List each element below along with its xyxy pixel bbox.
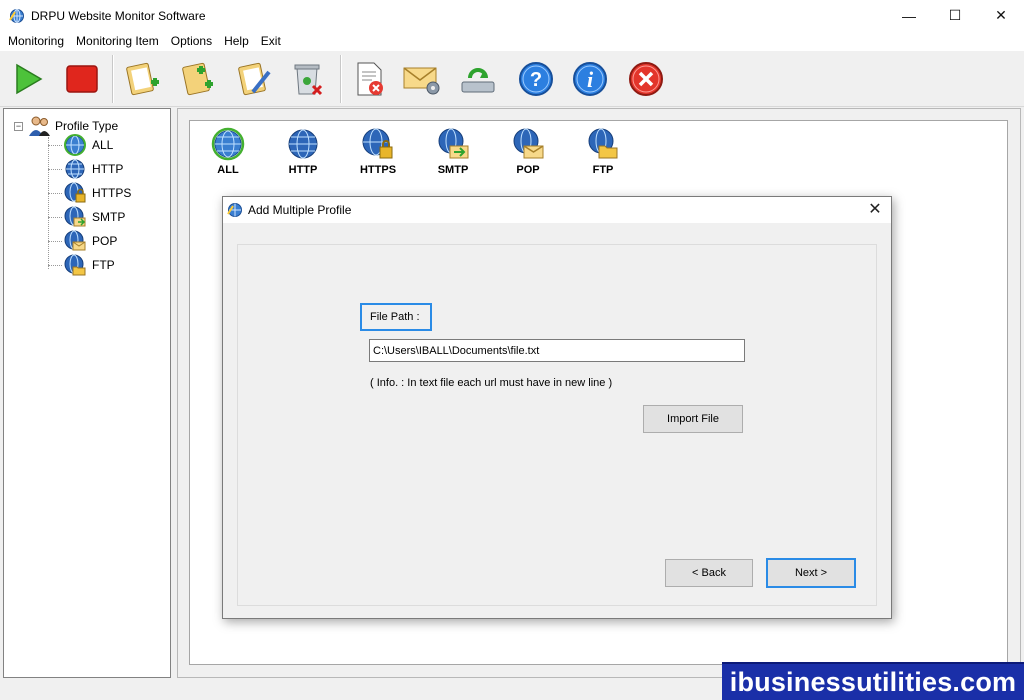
edit-profile-button[interactable]	[236, 59, 276, 99]
exit-button[interactable]	[626, 59, 666, 99]
close-window-button[interactable]: ✕	[978, 0, 1024, 31]
tree-item-all[interactable]: ALL	[48, 134, 113, 156]
protocol-label: FTP	[592, 164, 614, 176]
app-globe-icon	[227, 203, 242, 217]
update-button[interactable]	[458, 59, 498, 99]
update-icon	[461, 68, 495, 93]
menu-exit[interactable]: Exit	[255, 34, 287, 48]
protocol-label: POP	[516, 164, 540, 176]
play-icon	[16, 63, 43, 95]
protocol-smtp[interactable]: SMTP	[425, 127, 481, 176]
status-bar	[0, 680, 722, 700]
protocol-ftp[interactable]: FTP	[575, 127, 631, 176]
menu-help[interactable]: Help	[218, 34, 255, 48]
import-file-button[interactable]: Import File	[643, 405, 743, 433]
start-button[interactable]	[8, 59, 48, 99]
protocol-label: HTTPS	[359, 164, 397, 176]
protocol-label: SMTP	[437, 164, 469, 176]
exit-icon	[629, 62, 663, 96]
edit-profile-icon	[238, 62, 271, 96]
back-button[interactable]: < Back	[665, 559, 753, 587]
title-bar: DRPU Website Monitor Software — ☐ ✕	[0, 0, 1024, 31]
tree-item-smtp[interactable]: SMTP	[48, 206, 125, 228]
protocol-pop[interactable]: POP	[500, 127, 556, 176]
add-multiple-profile-icon	[182, 62, 213, 96]
svg-text:?: ?	[530, 69, 542, 91]
email-settings-icon	[403, 67, 440, 95]
globe-all-icon	[64, 134, 86, 156]
collapse-toggle[interactable]: −	[14, 121, 23, 131]
menu-monitoring[interactable]: Monitoring	[2, 34, 70, 48]
email-settings-button[interactable]	[402, 59, 442, 99]
globe-folder-icon	[64, 254, 86, 276]
tree-item-label: FTP	[92, 258, 115, 272]
tree-item-https[interactable]: HTTPS	[48, 182, 131, 204]
tree-item-label: SMTP	[92, 210, 126, 224]
menu-monitoring-item[interactable]: Monitoring Item	[70, 34, 165, 48]
help-icon: ?	[519, 62, 553, 96]
dialog-title-bar: Add Multiple Profile ✕	[223, 197, 891, 223]
globe-folder-icon	[588, 128, 618, 159]
globe-all-icon	[211, 127, 245, 161]
globe-http-icon	[288, 129, 318, 159]
file-path-label: File Path :	[360, 303, 432, 331]
maximize-button[interactable]: ☐	[932, 0, 978, 31]
add-profile-icon	[126, 62, 159, 96]
help-button[interactable]: ?	[516, 59, 556, 99]
protocol-label: HTTP	[288, 164, 318, 176]
file-path-input[interactable]	[369, 339, 745, 362]
tree-item-ftp[interactable]: FTP	[48, 254, 115, 276]
dialog-title: Add Multiple Profile	[248, 203, 352, 217]
delete-profile-button[interactable]	[288, 59, 328, 99]
about-button[interactable]: i	[570, 59, 610, 99]
app-globe-icon	[9, 8, 24, 23]
toolbar: ? i	[0, 51, 1024, 107]
delete-report-icon	[357, 62, 383, 96]
globe-lock-icon	[64, 182, 86, 203]
next-button[interactable]: Next >	[766, 558, 856, 588]
stop-icon	[66, 65, 98, 93]
profile-type-tree: − Profile Type ALL HTTP HTTPS SMTP POP F…	[3, 108, 171, 678]
tree-item-pop[interactable]: POP	[48, 230, 117, 252]
info-icon: i	[573, 62, 607, 96]
protocol-https[interactable]: HTTPS	[350, 127, 406, 176]
add-multiple-profile-button[interactable]	[180, 59, 220, 99]
protocol-label: ALL	[217, 164, 239, 176]
recycle-bin-icon	[294, 64, 323, 96]
menu-bar: Monitoring Monitoring Item Options Help …	[0, 31, 1024, 51]
globe-lock-icon	[362, 128, 393, 159]
globe-mail-icon	[64, 230, 86, 251]
dialog-content-group	[237, 244, 877, 606]
delete-report-button[interactable]	[350, 59, 390, 99]
globe-mail-icon	[513, 128, 544, 159]
protocol-all[interactable]: ALL	[200, 127, 256, 176]
tree-item-label: HTTP	[92, 162, 124, 176]
dialog-close-button[interactable]: ✕	[865, 200, 885, 220]
window-title: DRPU Website Monitor Software	[31, 8, 206, 23]
svg-text:i: i	[587, 67, 594, 92]
tree-item-label: POP	[92, 234, 118, 248]
menu-options[interactable]: Options	[165, 34, 218, 48]
watermark-text: ibusinessutilities.com	[729, 666, 1017, 697]
tree-item-label: ALL	[92, 138, 114, 152]
watermark-banner: ibusinessutilities.com	[722, 662, 1024, 700]
globe-smtp-icon	[438, 128, 469, 159]
globe-http-icon	[65, 159, 85, 179]
add-multiple-profile-dialog: Add Multiple Profile ✕ File Path : ( Inf…	[222, 196, 892, 619]
protocol-http[interactable]: HTTP	[275, 127, 331, 176]
add-profile-button[interactable]	[124, 59, 164, 99]
minimize-button[interactable]: —	[886, 0, 932, 31]
tree-item-http[interactable]: HTTP	[48, 158, 123, 180]
info-text: ( Info. : In text file each url must hav…	[370, 377, 613, 389]
tree-item-label: HTTPS	[92, 186, 132, 200]
tree-root-label: Profile Type	[55, 119, 119, 133]
globe-smtp-icon	[64, 206, 86, 227]
stop-button[interactable]	[62, 59, 102, 99]
